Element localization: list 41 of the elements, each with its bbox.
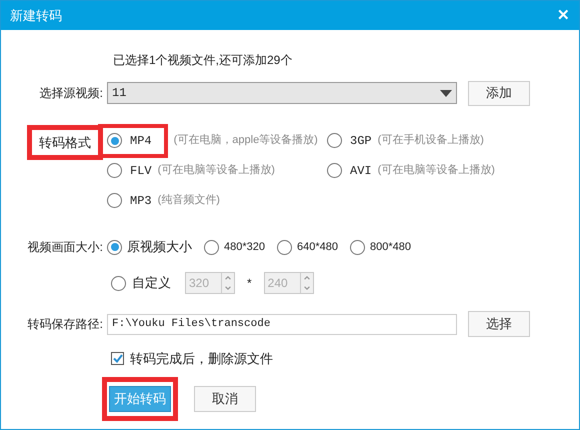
- format-note: (可在手机设备上播放): [378, 133, 484, 148]
- field-label: 选择源视频:: [38, 85, 104, 102]
- field-label: 转码格式: [39, 134, 91, 152]
- format-note: (纯音频文件): [158, 192, 220, 208]
- checkbox-label: 转码完成后，删除源文件: [130, 350, 273, 368]
- times-sign: *: [247, 275, 252, 292]
- field-label: 转码保存路径:: [26, 316, 104, 333]
- format-label: AVI: [350, 162, 372, 180]
- format-label: MP3: [130, 192, 152, 210]
- info-text: 已选择1个视频文件,还可添加29个: [113, 53, 292, 67]
- add-button[interactable]: 添加: [468, 80, 530, 106]
- checkbox[interactable]: [111, 352, 124, 366]
- format-note: (可在电脑等设备上播放): [378, 162, 495, 178]
- radio-button[interactable]: [107, 193, 122, 208]
- format-note: (可在电脑，apple等设备播放): [174, 132, 318, 148]
- format-label: 3GP: [350, 132, 372, 150]
- format-label: FLV: [130, 162, 152, 180]
- format-note: (可在电脑等设备上播放): [158, 162, 275, 178]
- dialog-button[interactable]: 取消: [194, 386, 256, 412]
- radio-button[interactable]: [327, 163, 342, 178]
- radio-button[interactable]: [204, 240, 219, 254]
- size-label: 800*480: [370, 240, 411, 255]
- size-label: 640*480: [297, 240, 338, 255]
- radio-button[interactable]: [107, 163, 122, 178]
- radio-button[interactable]: [350, 240, 365, 254]
- format-label: MP4: [130, 132, 152, 150]
- size-label: 480*320: [224, 240, 265, 255]
- window-title: 新建转码: [10, 6, 62, 25]
- radio-button[interactable]: [107, 240, 122, 254]
- radio-button[interactable]: [277, 240, 292, 254]
- path-field[interactable]: F:\Youku Files\transcode: [107, 314, 457, 334]
- radio-button[interactable]: [327, 133, 342, 148]
- radio-button[interactable]: [107, 133, 122, 148]
- check-icon: [112, 354, 122, 364]
- size-label: 自定义: [132, 274, 171, 292]
- source-select[interactable]: 11: [107, 82, 457, 104]
- dropdown-arrow-icon[interactable]: [440, 90, 452, 96]
- size-label: 原视频大小: [127, 238, 192, 256]
- radio-button[interactable]: [111, 276, 126, 290]
- field-label: 视频画面大小:: [26, 239, 104, 256]
- choose-button[interactable]: 选择: [468, 311, 530, 337]
